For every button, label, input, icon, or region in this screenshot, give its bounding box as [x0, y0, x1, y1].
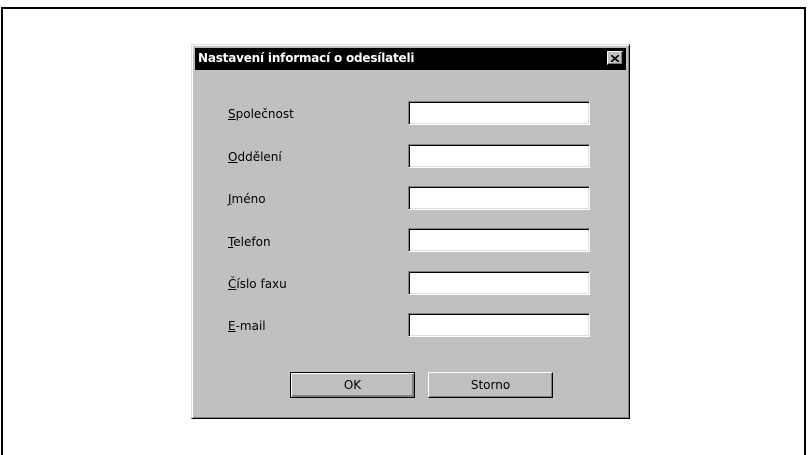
phone-label-rest: elefon [233, 235, 271, 249]
company-label-rest: polečnost [235, 107, 294, 121]
cancel-button[interactable]: Storno [428, 372, 553, 398]
name-label: Jméno [228, 192, 266, 206]
department-input[interactable] [408, 144, 590, 168]
phone-label: Telefon [228, 235, 271, 249]
company-label: Společnost [228, 107, 294, 121]
department-label-rest: ddělení [237, 150, 282, 164]
close-x-icon [611, 54, 619, 62]
close-button[interactable] [607, 51, 623, 65]
name-label-rest: méno [231, 192, 266, 206]
email-label-accel: E [228, 319, 236, 333]
company-input[interactable] [408, 101, 590, 125]
ok-button[interactable]: OK [290, 372, 415, 398]
phone-input[interactable] [408, 228, 590, 252]
fax-input[interactable] [408, 271, 590, 295]
name-input[interactable] [408, 186, 590, 210]
company-label-accel: S [228, 107, 236, 121]
email-label: E-mail [228, 319, 266, 333]
dialog-title: Nastavení informací o odesílateli [198, 51, 415, 65]
fax-label-rest: íslo faxu [236, 277, 287, 291]
department-label: Oddělení [228, 150, 282, 164]
email-input[interactable] [408, 313, 590, 337]
email-label-rest: -mail [235, 319, 266, 333]
dialog-titlebar[interactable]: Nastavení informací o odesílateli [195, 48, 626, 70]
fax-label: Číslo faxu [228, 277, 287, 291]
sender-info-dialog: Nastavení informací o odesílateli Společ… [191, 44, 630, 419]
